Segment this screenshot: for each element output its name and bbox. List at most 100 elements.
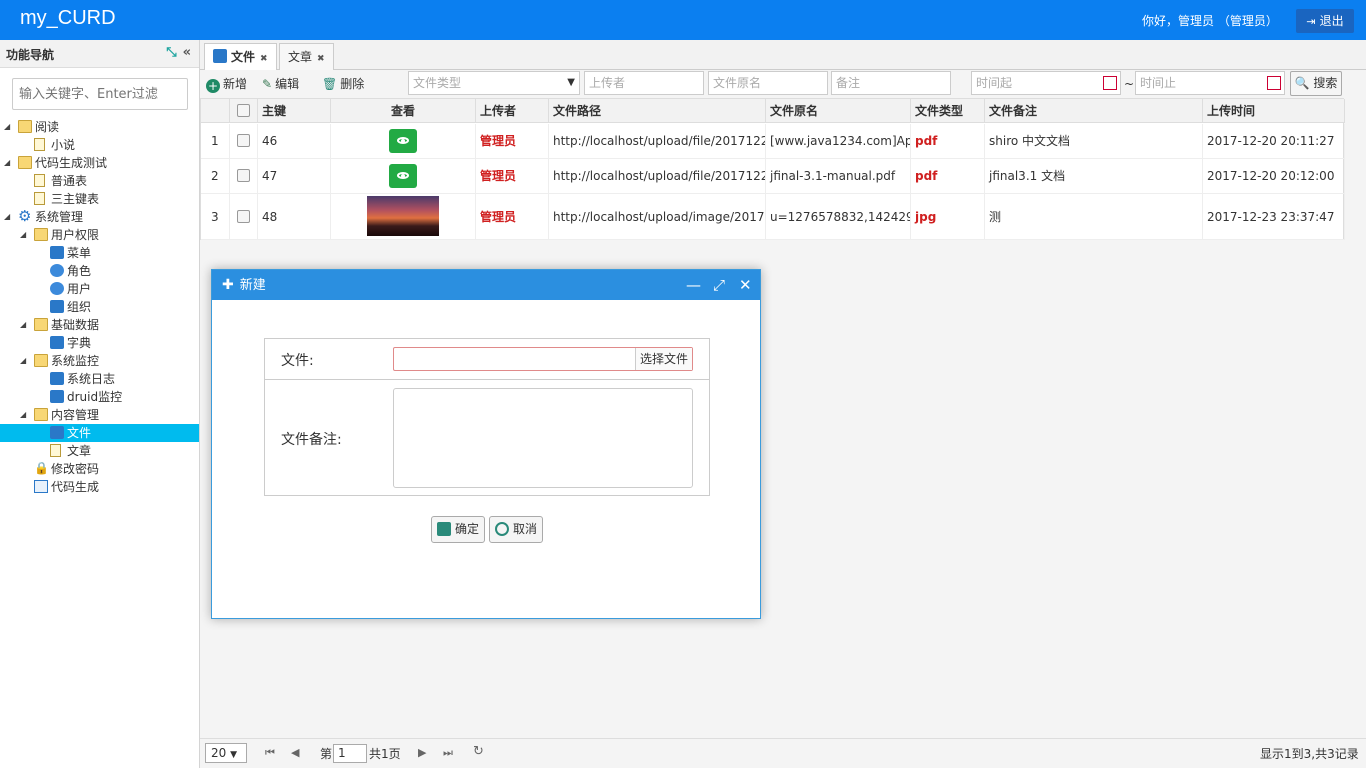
collapse-sidebar-icon[interactable]: « xyxy=(183,45,191,60)
tree-item[interactable]: 用户 xyxy=(0,280,199,298)
tree-item[interactable]: ◢ 基础数据 xyxy=(0,316,199,334)
tree-item[interactable]: ◢ 系统监控 xyxy=(0,352,199,370)
page-icon xyxy=(50,300,64,313)
tree-item[interactable]: 🔒 修改密码 xyxy=(0,460,199,478)
row-checkbox-cell xyxy=(230,159,258,194)
close-icon[interactable]: ✕ xyxy=(739,270,752,300)
cancel-button[interactable]: 取消 xyxy=(489,516,544,543)
tree-item-label: 阅读 xyxy=(35,120,60,134)
tree-item[interactable]: 系统日志 xyxy=(0,370,199,388)
tree-item-label: 小说 xyxy=(51,138,76,152)
calendar-icon[interactable] xyxy=(1267,76,1281,90)
minimize-icon[interactable]: — xyxy=(686,270,701,300)
tree-item-label: 普通表 xyxy=(51,174,88,188)
tree-item[interactable]: 三主键表 xyxy=(0,190,199,208)
row-checkbox[interactable] xyxy=(237,169,250,182)
filetype-select[interactable]: 文件类型 ▼ xyxy=(408,71,580,95)
column-header[interactable]: 主键 xyxy=(258,99,331,123)
delete-button[interactable]: 🗑 删除 xyxy=(322,75,364,93)
column-header[interactable]: 文件类型 xyxy=(911,99,985,123)
tree-expand-icon[interactable]: ◢ xyxy=(20,226,26,244)
close-icon[interactable]: ✖ xyxy=(260,54,268,64)
last-page-icon[interactable]: ⏭ xyxy=(443,746,453,760)
tree-item[interactable]: ◢ 用户权限 xyxy=(0,226,199,244)
row-checkbox[interactable] xyxy=(237,210,250,223)
tree-item[interactable]: 字典 xyxy=(0,334,199,352)
uploader-input[interactable]: 上传者 xyxy=(584,71,704,95)
tree-item[interactable]: 角色 xyxy=(0,262,199,280)
time-from-input[interactable]: 时间起 xyxy=(971,71,1121,95)
ok-button[interactable]: 确定 xyxy=(431,516,486,543)
tree-filter-input[interactable] xyxy=(12,78,188,110)
tree-item-label: 代码生成测试 xyxy=(35,156,108,170)
tree-item[interactable]: 普通表 xyxy=(0,172,199,190)
cell-note: 测 xyxy=(985,194,1203,240)
tree-item[interactable]: 小说 xyxy=(0,136,199,154)
column-header[interactable]: 上传者 xyxy=(476,99,549,123)
filetype-placeholder: 文件类型 xyxy=(413,76,462,90)
column-header[interactable]: 文件路径 xyxy=(549,99,766,123)
tree-item[interactable]: 文章 xyxy=(0,442,199,460)
tree-item[interactable]: 菜单 xyxy=(0,244,199,262)
sidebar-header: 功能导航 ⤡ « xyxy=(0,40,199,68)
tree-expand-icon[interactable]: ◢ xyxy=(4,118,10,136)
logout-label: 退出 xyxy=(1319,14,1344,28)
edit-button[interactable]: ✎ 编辑 xyxy=(262,75,299,93)
page-summary: 显示1到3,共3记录 xyxy=(1260,747,1359,761)
tree-item[interactable]: ◢ 阅读 xyxy=(0,118,199,136)
cell-filename: jfinal-3.1-manual.pdf xyxy=(766,159,911,194)
page-size-select[interactable]: 20 ▼ xyxy=(205,743,247,763)
search-button[interactable]: 🔍 搜索 xyxy=(1290,71,1342,96)
expand-all-icon[interactable]: ⤡ xyxy=(166,45,176,60)
column-header[interactable]: 文件备注 xyxy=(985,99,1203,123)
pencil-icon: ✎ xyxy=(262,77,273,91)
tree-expand-icon[interactable]: ◢ xyxy=(20,406,26,424)
prev-page-icon[interactable]: ◀ xyxy=(291,746,299,759)
add-label: 新增 xyxy=(223,77,248,91)
filename-input[interactable]: 文件原名 xyxy=(708,71,828,95)
next-page-icon[interactable]: ▶ xyxy=(418,746,426,759)
tree-item[interactable]: druid监控 xyxy=(0,388,199,406)
tab-article[interactable]: 文章 ✖ xyxy=(279,43,334,70)
image-thumbnail[interactable] xyxy=(367,196,439,236)
note-textarea[interactable] xyxy=(393,388,693,488)
time-to-input[interactable]: 时间止 xyxy=(1135,71,1285,95)
tree-expand-icon[interactable]: ◢ xyxy=(4,154,10,172)
row-checkbox[interactable] xyxy=(237,134,250,147)
column-header[interactable]: 文件原名 xyxy=(766,99,911,123)
tree-item[interactable]: ◢ 内容管理 xyxy=(0,406,199,424)
tree-item[interactable]: ◢ 代码生成测试 xyxy=(0,154,199,172)
tree-item[interactable]: 代码生成 xyxy=(0,478,199,496)
time-from-placeholder: 时间起 xyxy=(976,76,1013,90)
row-number: 1 xyxy=(201,124,230,159)
column-header[interactable]: 查看 xyxy=(331,99,476,123)
nav-tree: ◢ 阅读小说 ◢ 代码生成测试 普通表三主键表 ◢ ⚙ 系统管理 ◢ 用户权限 菜单 角色 用户 组织 ◢ 基… xyxy=(0,118,199,496)
view-eye-icon[interactable] xyxy=(389,129,417,153)
first-page-icon[interactable]: ⏮ xyxy=(265,746,275,760)
tree-expand-icon[interactable]: ◢ xyxy=(4,208,10,226)
file-input[interactable]: 选择文件 xyxy=(393,347,693,371)
tree-expand-icon[interactable]: ◢ xyxy=(20,316,26,334)
select-all-checkbox[interactable] xyxy=(237,104,250,117)
tree-item[interactable]: ◢ ⚙ 系统管理 xyxy=(0,207,199,226)
tree-item[interactable]: 文件 xyxy=(0,424,199,442)
close-icon[interactable]: ✖ xyxy=(317,54,325,64)
row-number: 2 xyxy=(201,159,230,194)
new-file-dialog: ✚ 新建 — ⤢ ✕ 文件: 选择文件 文件备注: 确定 取消 xyxy=(211,269,761,619)
maximize-icon[interactable]: ⤢ xyxy=(713,270,725,300)
view-eye-icon[interactable] xyxy=(389,164,417,188)
logout-button[interactable]: ⇥ 退出 xyxy=(1296,9,1354,33)
add-button[interactable]: + 新增 xyxy=(206,75,247,93)
column-header[interactable]: 上传时间 xyxy=(1203,99,1345,123)
tab-file[interactable]: 文件 ✖ xyxy=(204,43,277,71)
calendar-icon[interactable] xyxy=(1103,76,1117,90)
tree-item[interactable]: 组织 xyxy=(0,298,199,316)
note-input[interactable]: 备注 xyxy=(831,71,951,95)
choose-file-button[interactable]: 选择文件 xyxy=(635,348,692,370)
file-list-icon xyxy=(213,49,227,63)
tree-item-label: 内容管理 xyxy=(51,408,100,422)
tree-expand-icon[interactable]: ◢ xyxy=(20,352,26,370)
folder-icon xyxy=(34,408,48,421)
refresh-icon[interactable]: ↻ xyxy=(473,744,484,759)
page-number-input[interactable]: 1 xyxy=(333,744,367,763)
